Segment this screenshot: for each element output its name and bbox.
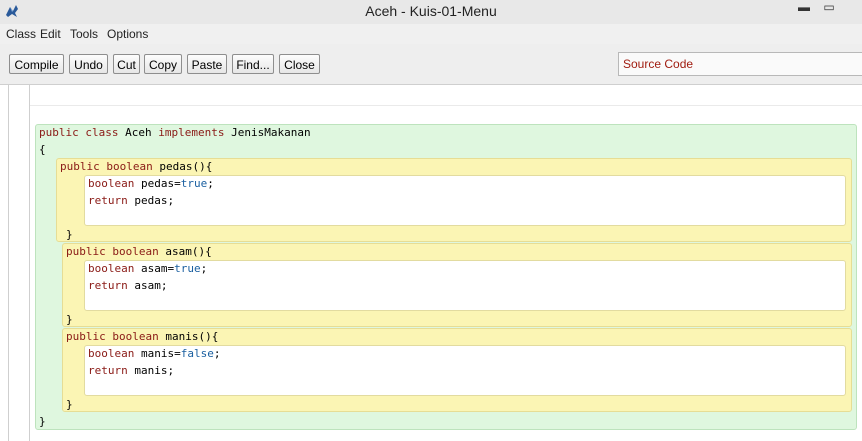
menu-class[interactable]: Class — [6, 27, 36, 41]
maximize-button[interactable]: ▭ — [818, 0, 840, 20]
cut-button[interactable]: Cut — [113, 54, 140, 74]
minimize-icon: ▬ — [798, 0, 810, 14]
menu-edit[interactable]: Edit — [40, 27, 61, 41]
title-bar: Aceh - Kuis-01-Menu ▬ ▭ — [0, 0, 862, 25]
menu-options[interactable]: Options — [107, 27, 148, 41]
minimize-button[interactable]: ▬ — [793, 0, 815, 20]
gutter-border — [29, 85, 30, 441]
class-close-brace: } — [39, 415, 46, 428]
editor-divider — [30, 105, 862, 106]
method-signature-asam: public boolean asam(){ — [66, 245, 212, 258]
maximize-icon: ▭ — [823, 0, 835, 14]
code-line: return asam; — [88, 279, 168, 292]
code-line: return manis; — [88, 364, 175, 377]
code-line: boolean manis=false; — [88, 347, 221, 360]
copy-button[interactable]: Copy — [144, 54, 182, 74]
menu-tools[interactable]: Tools — [70, 27, 98, 41]
compile-button[interactable]: Compile — [9, 54, 64, 74]
paste-button[interactable]: Paste — [187, 54, 227, 74]
find-button[interactable]: Find... — [232, 54, 274, 74]
code-line: boolean pedas=true; — [88, 177, 214, 190]
view-mode-select[interactable]: Source Code — [618, 52, 862, 76]
window-title: Aceh - Kuis-01-Menu — [365, 3, 497, 19]
method-signature-pedas: public boolean pedas(){ — [60, 160, 213, 173]
code-line: boolean asam=true; — [88, 262, 208, 275]
undo-button[interactable]: Undo — [69, 54, 108, 74]
menu-bar: Class Edit Tools Options — [0, 24, 862, 44]
method-close-brace: } — [66, 228, 73, 241]
class-declaration-line: public class Aceh implements JenisMakana… — [39, 126, 311, 139]
method-close-brace: } — [66, 398, 73, 411]
gutter-border — [8, 85, 9, 441]
method-close-brace: } — [66, 313, 73, 326]
class-open-brace: { — [39, 143, 46, 156]
method-signature-manis: public boolean manis(){ — [66, 330, 219, 343]
code-line: return pedas; — [88, 194, 175, 207]
close-button[interactable]: Close — [279, 54, 320, 74]
toolbar: Compile Undo Cut Copy Paste Find... Clos… — [0, 44, 862, 85]
